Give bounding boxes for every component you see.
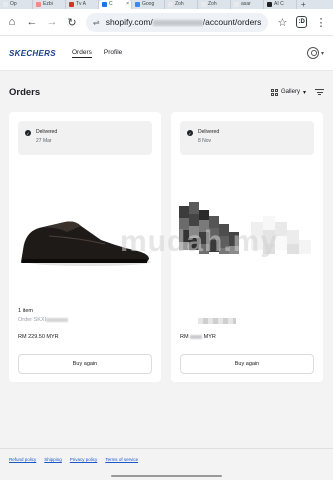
home-icon[interactable]: ⌂ <box>6 15 18 29</box>
order-meta: 1 item Order SKXI <box>18 308 69 323</box>
reload-icon[interactable]: ↻ <box>66 15 78 29</box>
item-count: 1 item <box>18 308 33 314</box>
site-info-icon[interactable]: ⇌ <box>93 18 100 27</box>
favicon-icon <box>69 2 74 7</box>
favicon-icon <box>36 2 41 7</box>
view-label: Gallery <box>280 89 300 95</box>
view-toggle[interactable]: Gallery ▾ <box>270 88 306 96</box>
favicon-icon <box>201 2 206 7</box>
delivery-status: ✓ Delivered 27 Mar <box>18 121 152 155</box>
footer-link-refund[interactable]: Refund policy <box>9 457 36 472</box>
chevron-down-icon: ▾ <box>302 89 306 96</box>
tab-switcher-button[interactable]: :D <box>296 16 307 28</box>
browser-tab-label: Goog <box>142 1 155 7</box>
forward-icon[interactable]: → <box>46 15 58 29</box>
footer-link-terms[interactable]: Terms of service <box>105 457 138 472</box>
check-icon: ✓ <box>25 130 31 136</box>
order-price: RM 229.50 MYR <box>18 334 59 340</box>
site-header: SKECHERS Orders Profile ▾ <box>0 36 333 71</box>
site-nav: Orders Profile <box>72 49 122 58</box>
favicon-icon <box>267 2 272 7</box>
nav-orders[interactable]: Orders <box>72 49 92 58</box>
browser-tab-label: Zoh <box>175 1 184 7</box>
favicon-icon <box>3 2 8 7</box>
browser-tab[interactable]: Zoh <box>198 0 231 9</box>
nav-profile[interactable]: Profile <box>104 49 122 58</box>
filter-icon[interactable] <box>315 89 324 95</box>
browser-toolbar: ⌂ ← → ↻ ⇌ shopify.com//account/orders ☆ … <box>0 9 333 36</box>
new-tab-button[interactable]: + <box>297 0 310 9</box>
browser-tab-label: Zoh <box>208 1 217 7</box>
favicon-icon <box>102 2 107 7</box>
status-date: 8 Nov <box>198 138 212 144</box>
watermark: mudah.my <box>120 225 279 258</box>
browser-tab-label: Op <box>10 1 17 7</box>
account-menu[interactable]: ▾ <box>306 47 324 59</box>
browser-tab-label: C <box>109 1 113 7</box>
browser-tab-strip: Op Ezbi Tv A C × Goog Zoh Zoh asar AI C + <box>0 0 333 9</box>
browser-tab[interactable]: Tv A <box>66 0 99 9</box>
status-label: Delivered <box>36 129 58 135</box>
favicon-icon <box>168 2 173 7</box>
browser-tab[interactable]: Zoh <box>165 0 198 9</box>
browser-tab[interactable]: AI C <box>264 0 297 9</box>
footer-link-shipping[interactable]: Shipping <box>44 457 62 472</box>
browser-tab[interactable]: Op <box>0 0 33 9</box>
menu-icon[interactable]: ⋮ <box>315 15 327 29</box>
order-number: Order SKXI <box>18 317 69 323</box>
favicon-icon <box>234 2 239 7</box>
check-icon: ✓ <box>187 130 193 136</box>
browser-tab-label: Tv A <box>76 1 87 7</box>
buy-again-button[interactable]: Buy again <box>18 354 152 374</box>
gesture-bar[interactable] <box>111 475 222 477</box>
order-price: RM MYR <box>180 334 216 340</box>
delivery-status: ✓ Delivered 8 Nov <box>180 121 314 155</box>
status-date: 27 Mar <box>36 138 52 144</box>
address-bar[interactable]: ⇌ shopify.com//account/orders <box>86 12 269 32</box>
account-icon[interactable] <box>306 47 319 59</box>
product-name-redacted <box>198 318 236 324</box>
browser-tab[interactable]: C × <box>99 0 132 9</box>
url-text: shopify.com//account/orders <box>105 17 262 27</box>
footer-link-privacy[interactable]: Privacy policy <box>70 457 98 472</box>
browser-tab-label: asar <box>241 1 251 7</box>
grid-icon <box>270 88 278 96</box>
chevron-down-icon: ▾ <box>320 50 324 57</box>
bookmark-star-icon[interactable]: ☆ <box>276 15 288 29</box>
back-icon[interactable]: ← <box>26 15 38 29</box>
browser-tab[interactable]: asar <box>231 0 264 9</box>
status-label: Delivered <box>198 129 220 135</box>
browser-tab[interactable]: Goog <box>132 0 165 9</box>
orders-header: Orders Gallery ▾ <box>9 84 324 100</box>
page-title: Orders <box>9 86 41 98</box>
skechers-logo[interactable]: SKECHERS <box>9 49 64 58</box>
browser-tab-label: Ezbi <box>43 1 53 7</box>
close-tab-icon[interactable]: × <box>126 0 131 9</box>
favicon-icon <box>135 2 140 7</box>
buy-again-button[interactable]: Buy again <box>180 354 314 374</box>
browser-tab[interactable]: Ezbi <box>33 0 66 9</box>
browser-tab-label: AI C <box>274 1 284 7</box>
